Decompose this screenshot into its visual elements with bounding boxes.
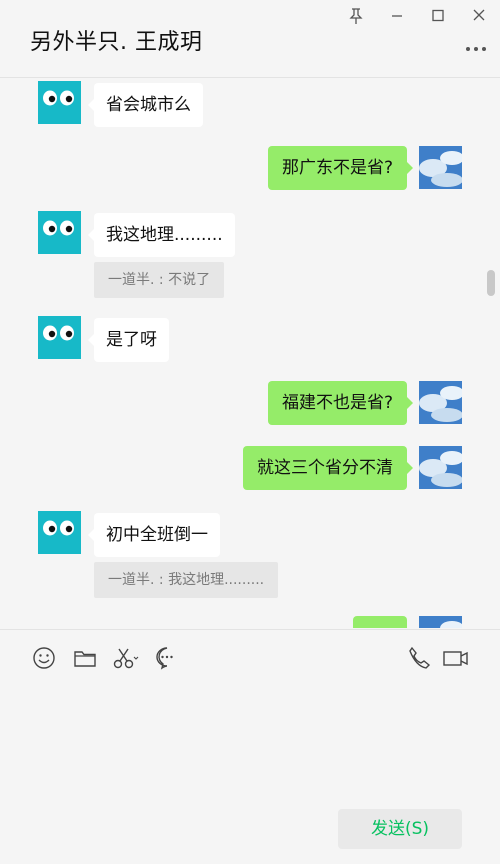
contact-avatar[interactable]: [38, 511, 81, 554]
contact-avatar[interactable]: [38, 316, 81, 359]
sent-message[interactable]: 就这三个省分不清: [243, 446, 413, 490]
phone-icon[interactable]: [406, 645, 432, 671]
close-icon[interactable]: [468, 6, 490, 26]
quoted-message[interactable]: 一道半. : 我这地理.........: [94, 562, 279, 598]
more-options-icon[interactable]: [464, 40, 488, 58]
received-message[interactable]: 省会城市么: [88, 83, 203, 127]
minimize-icon[interactable]: [386, 6, 408, 26]
title-bar: 另外半只. 王成玥: [0, 0, 500, 78]
received-message[interactable]: 初中全班倒一: [88, 513, 220, 557]
my-avatar[interactable]: [419, 381, 462, 424]
received-message[interactable]: 是了呀: [88, 318, 169, 362]
sent-message[interactable]: 那广东不是省?: [267, 146, 414, 190]
contact-avatar[interactable]: [38, 211, 81, 254]
maximize-icon[interactable]: [427, 6, 449, 26]
chat-title: 另外半只. 王成玥: [30, 30, 203, 55]
my-avatar[interactable]: [419, 616, 462, 628]
chat-history-icon[interactable]: [154, 645, 180, 671]
folder-icon[interactable]: [72, 645, 98, 671]
scissors-icon[interactable]: [112, 645, 139, 671]
divider: [0, 629, 500, 630]
scrollbar-thumb[interactable]: [487, 270, 495, 296]
pin-icon[interactable]: [345, 6, 367, 26]
send-button[interactable]: 发送(S): [338, 809, 462, 849]
quoted-message[interactable]: 一道半. : 不说了: [94, 262, 225, 298]
message-list[interactable]: 省会城市么 那广东不是省? 我这地理......... 一道半. : 不说了 是…: [0, 78, 500, 628]
received-message[interactable]: 我这地理.........: [88, 213, 235, 257]
emoji-icon[interactable]: [31, 645, 57, 671]
video-icon[interactable]: [442, 645, 468, 671]
message-input[interactable]: [0, 690, 500, 800]
my-avatar[interactable]: [419, 446, 462, 489]
sent-message[interactable]: 福建不也是省?: [267, 381, 414, 425]
sent-message[interactable]: [353, 616, 407, 628]
my-avatar[interactable]: [419, 146, 462, 189]
contact-avatar[interactable]: [38, 81, 81, 124]
